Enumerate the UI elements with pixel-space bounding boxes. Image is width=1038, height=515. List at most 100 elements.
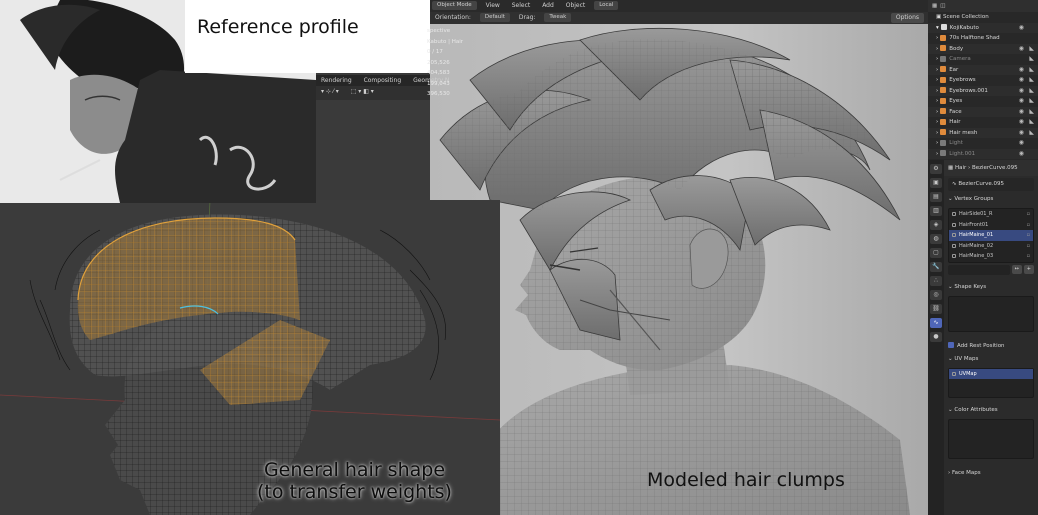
menu-view[interactable]: View bbox=[481, 0, 505, 12]
outliner-item[interactable]: › Hair mesh ◉ ◣ bbox=[928, 127, 1038, 139]
caption-line-1: General hair shape bbox=[263, 459, 446, 481]
lock-icon[interactable]: ▫ bbox=[1027, 209, 1030, 220]
outliner-item[interactable]: › Light ◉ bbox=[928, 138, 1038, 149]
list-item[interactable]: HairMaine_02 ▫ bbox=[949, 241, 1033, 252]
outliner-item[interactable]: › Light.001 ◉ bbox=[928, 148, 1038, 160]
uv-maps-title: UV Maps bbox=[954, 355, 979, 362]
uv-maps-header[interactable]: ⌄ UV Maps bbox=[944, 353, 1038, 366]
lock-icon[interactable]: ▫ bbox=[1027, 241, 1030, 252]
menu-add[interactable]: Add bbox=[537, 0, 559, 12]
camera-toggle-icon[interactable]: ◣ bbox=[1029, 128, 1034, 139]
shape-keys-list[interactable] bbox=[948, 295, 1034, 332]
eye-icon[interactable]: ◉ bbox=[1019, 65, 1024, 76]
list-item[interactable]: HairSide01_R ▫ bbox=[949, 209, 1033, 220]
lock-icon[interactable]: ▫ bbox=[1027, 251, 1030, 262]
lock-icon[interactable]: ▫ bbox=[1027, 220, 1030, 231]
object-icon: ▦ bbox=[948, 165, 955, 171]
mode-selector[interactable]: Object Mode bbox=[432, 1, 477, 10]
view-layer-tab-icon[interactable]: ▥ bbox=[930, 206, 942, 216]
list-item[interactable]: HairFront01 ▫ bbox=[949, 220, 1033, 231]
caption-line-2: (to transfer weights) bbox=[257, 481, 452, 503]
viewport-shading-tools: ▾ ⊹ ⁄ ▾ ⬚ ▾ ◧ ▾ bbox=[316, 86, 430, 100]
list-item-selected[interactable]: HairMaine_01 ▫ bbox=[949, 230, 1033, 241]
particles-tab-icon[interactable]: ∴ bbox=[930, 276, 942, 286]
eye-icon[interactable]: ◉ bbox=[1019, 149, 1024, 160]
camera-toggle-icon[interactable]: ◣ bbox=[1029, 96, 1034, 107]
orientation-label: Orientation: bbox=[435, 14, 471, 21]
orientation-dropdown[interactable]: Default bbox=[479, 13, 510, 22]
color-attributes-header[interactable]: ⌄ Color Attributes bbox=[944, 404, 1038, 417]
outliner-item[interactable]: › Ear ◉ ◣ bbox=[928, 64, 1038, 76]
drag-label: Drag: bbox=[518, 14, 536, 21]
overlay-icon[interactable]: ▾ ⊹ ⁄ ▾ bbox=[316, 86, 344, 98]
outliner-item[interactable]: › Face ◉ ◣ bbox=[928, 106, 1038, 118]
eye-icon[interactable]: ◉ bbox=[1019, 75, 1024, 86]
outliner-item[interactable]: › Eyebrows ◉ ◣ bbox=[928, 75, 1038, 86]
outliner-item[interactable]: › Eyes ◉ ◣ bbox=[928, 96, 1038, 107]
constraints-tab-icon[interactable]: ⛓ bbox=[930, 304, 942, 314]
camera-toggle-icon[interactable]: ◣ bbox=[1029, 44, 1034, 55]
camera-toggle-icon[interactable]: ◣ bbox=[1029, 86, 1034, 97]
shape-keys-header[interactable]: ⌄ Shape Keys bbox=[944, 281, 1038, 294]
world-tab-icon[interactable]: ◍ bbox=[930, 234, 942, 244]
stat-vertices: 205,526 bbox=[427, 59, 450, 66]
outliner-item-label: Light.001 bbox=[949, 150, 976, 157]
outliner-item[interactable]: › Hair ◉ ◣ bbox=[928, 117, 1038, 128]
modifiers-tab-icon[interactable]: 🔧 bbox=[930, 262, 942, 272]
lock-icon[interactable]: ▫ bbox=[1027, 230, 1030, 241]
list-item-selected[interactable]: UVMap bbox=[949, 368, 1033, 379]
render-tab-icon[interactable]: ▣ bbox=[930, 178, 942, 188]
eye-icon[interactable]: ◉ bbox=[1019, 117, 1024, 128]
face-maps-header[interactable]: › Face Maps bbox=[944, 467, 1038, 480]
gizmo-icon[interactable]: ⬚ ▾ ◧ ▾ bbox=[346, 86, 379, 98]
camera-toggle-icon[interactable]: ◣ bbox=[1029, 65, 1034, 76]
outliner-item[interactable]: ▾ KojiKabuto ◉ bbox=[928, 22, 1038, 34]
eye-icon[interactable]: ◉ bbox=[1019, 128, 1024, 139]
outliner-item[interactable]: › 70s Halftone Shad bbox=[928, 33, 1038, 44]
menu-select[interactable]: Select bbox=[507, 0, 536, 12]
eye-icon[interactable]: ◉ bbox=[1019, 23, 1024, 34]
eye-icon[interactable]: ◉ bbox=[1019, 107, 1024, 118]
eye-icon[interactable]: ◉ bbox=[1019, 138, 1024, 149]
object-tab-icon[interactable]: ▢ bbox=[930, 248, 942, 258]
vertex-groups-list[interactable]: HairSide01_R ▫ HairFront01 ▫ HairMaine_01 ▫… bbox=[948, 208, 1034, 263]
transform-space-selector[interactable]: Local bbox=[594, 1, 619, 10]
eye-icon[interactable]: ◉ bbox=[1019, 86, 1024, 97]
vertex-group-label: HairMaine_02 bbox=[959, 242, 994, 249]
outliner-scene-collection[interactable]: ▣ Scene Collection bbox=[928, 12, 1038, 23]
outliner-item[interactable]: › Body ◉ ◣ bbox=[928, 43, 1038, 55]
camera-toggle-icon[interactable]: ◣ bbox=[1029, 107, 1034, 118]
drag-dropdown[interactable]: Tweak bbox=[544, 13, 572, 22]
swap-icon[interactable]: ↔ bbox=[1011, 264, 1022, 274]
vertex-group-filter-row: ↔ + bbox=[948, 264, 1034, 275]
physics-tab-icon[interactable]: ◎ bbox=[930, 290, 942, 300]
vertex-groups-header[interactable]: ⌄ Vertex Groups bbox=[944, 193, 1038, 206]
color-attributes-list[interactable] bbox=[948, 418, 1034, 459]
camera-toggle-icon[interactable]: ◣ bbox=[1029, 54, 1034, 65]
output-tab-icon[interactable]: ▤ bbox=[930, 192, 942, 202]
stat-faces: 199,043 bbox=[427, 80, 450, 87]
properties-panel: ⚙ ▣ ▤ ▥ ◈ ◍ ▢ 🔧 ∴ ◎ ⛓ ∿ ● ▦ Hair › Bezie… bbox=[928, 160, 1038, 515]
editor-type-icon[interactable]: ▦ bbox=[932, 3, 937, 9]
eye-icon[interactable]: ◉ bbox=[1019, 96, 1024, 107]
scene-tab-icon[interactable]: ◈ bbox=[930, 220, 942, 230]
outliner-item[interactable]: › Camera ◣ bbox=[928, 54, 1038, 65]
vertex-group-filter-input[interactable] bbox=[948, 264, 1010, 275]
material-tab-icon[interactable]: ● bbox=[930, 332, 942, 342]
eye-icon[interactable]: ◉ bbox=[1019, 44, 1024, 55]
tool-tab-icon[interactable]: ⚙ bbox=[930, 164, 942, 174]
checkbox[interactable] bbox=[948, 342, 954, 348]
options-button[interactable]: Options bbox=[890, 13, 924, 23]
outliner-item-label: Face bbox=[949, 108, 962, 115]
menu-object[interactable]: Object bbox=[561, 0, 591, 12]
datablock-row[interactable]: ∿ BezierCurve.095 bbox=[948, 178, 1034, 191]
uv-maps-list[interactable]: UVMap bbox=[948, 367, 1034, 398]
data-tab-icon[interactable]: ∿ bbox=[930, 318, 942, 328]
display-mode-icon[interactable]: ◫ bbox=[940, 3, 945, 9]
camera-toggle-icon[interactable]: ◣ bbox=[1029, 117, 1034, 128]
add-rest-position-row[interactable]: Add Rest Position bbox=[944, 340, 1038, 353]
list-item[interactable]: HairMaine_03 ▫ bbox=[949, 251, 1033, 262]
plus-icon[interactable]: + bbox=[1023, 264, 1034, 274]
outliner-item[interactable]: › Eyebrows.001 ◉ ◣ bbox=[928, 85, 1038, 97]
camera-toggle-icon[interactable]: ◣ bbox=[1029, 75, 1034, 86]
